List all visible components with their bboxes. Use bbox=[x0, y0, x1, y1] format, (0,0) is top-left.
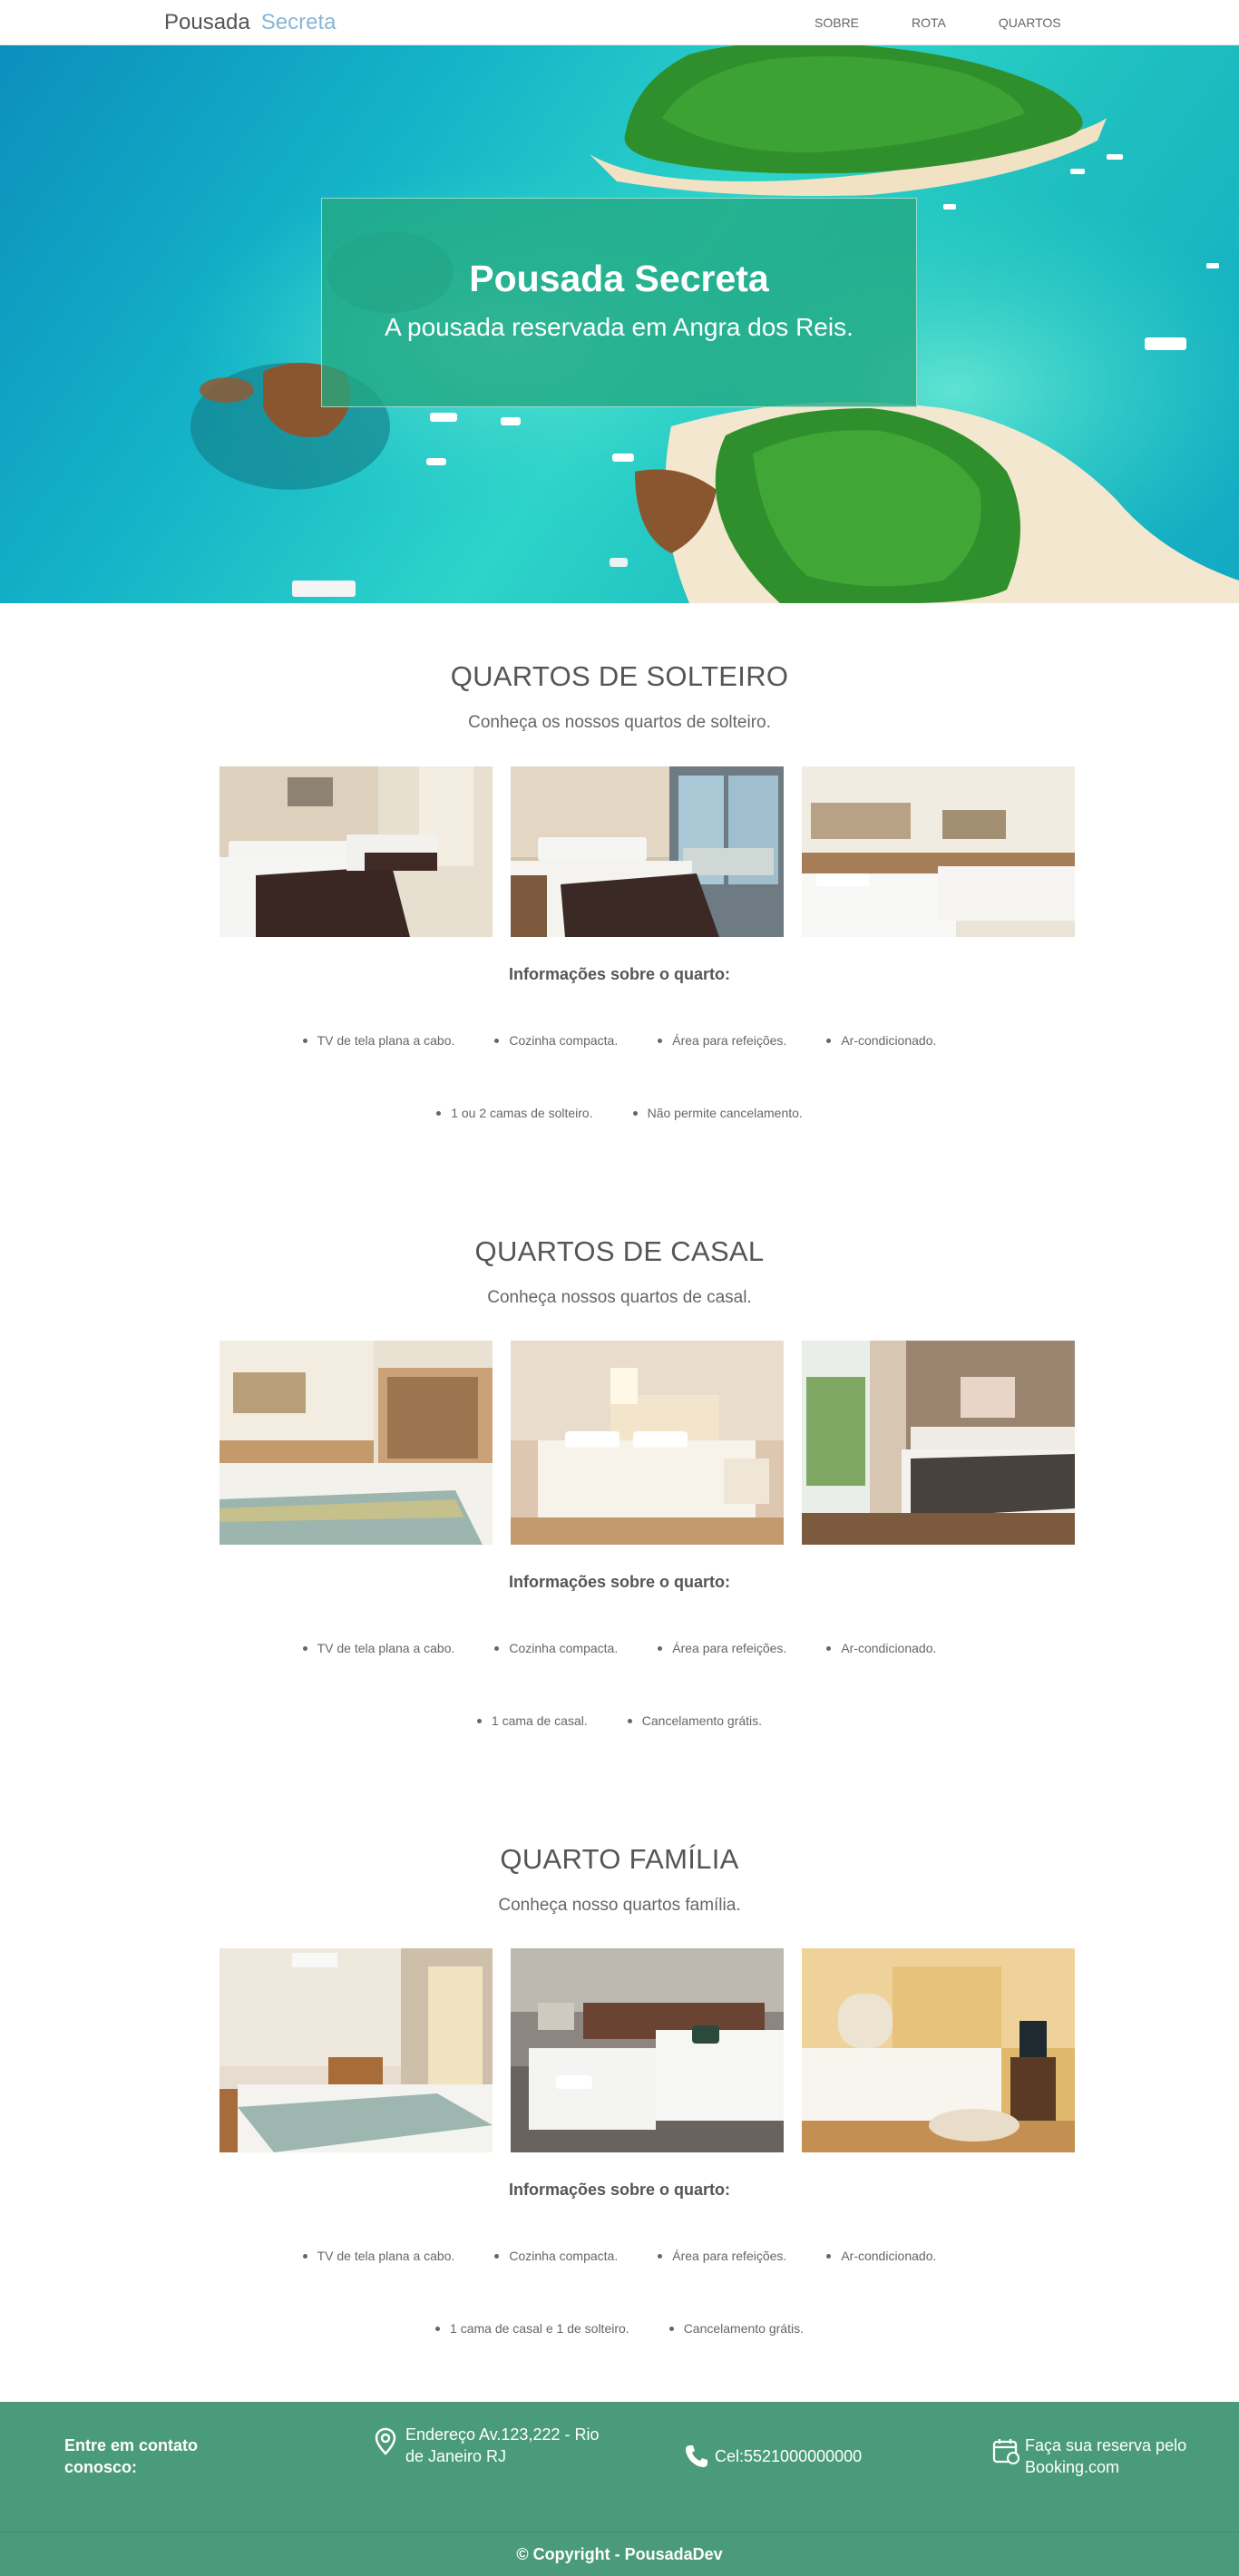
amenities-row-2: 1 cama de casal. Cancelamento grátis. bbox=[0, 1713, 1239, 1728]
section-quarto-familia: QUARTO FAMÍLIA Conheça nosso quartos fam… bbox=[0, 1843, 1239, 1916]
amenity-item: Cozinha compacta. bbox=[494, 2249, 618, 2263]
room-photo[interactable] bbox=[802, 1341, 1075, 1545]
amenity-item: Área para refeições. bbox=[658, 2249, 786, 2263]
brand-part1: Pousada bbox=[164, 10, 250, 34]
amenity-item: Ar-condicionado. bbox=[826, 1641, 936, 1655]
footer: Entre em contato conosco: Endereço Av.12… bbox=[0, 2402, 1239, 2576]
amenity-item: TV de tela plana a cabo. bbox=[302, 1033, 454, 1048]
room-photo[interactable] bbox=[511, 1948, 784, 2152]
amenity-item: Área para refeições. bbox=[658, 1641, 786, 1655]
amenity-item: Cancelamento grátis. bbox=[668, 2321, 804, 2336]
room-photo[interactable] bbox=[511, 1341, 784, 1545]
info-title: Informações sobre o quarto: bbox=[508, 1573, 731, 1591]
section-title: QUARTOS DE SOLTEIRO bbox=[450, 660, 789, 692]
amenity-item: 1 ou 2 camas de solteiro. bbox=[436, 1106, 593, 1120]
amenities-row-2: 1 cama de casal e 1 de solteiro. Cancela… bbox=[0, 2321, 1239, 2336]
hero-title: Pousada Secreta bbox=[469, 258, 769, 299]
amenity-item: Cozinha compacta. bbox=[494, 1641, 618, 1655]
nav-link-rota[interactable]: ROTA bbox=[912, 15, 946, 30]
amenities-row-1: TV de tela plana a cabo. Cozinha compact… bbox=[0, 1641, 1239, 1655]
nav-link-quartos[interactable]: QUARTOS bbox=[999, 15, 1061, 30]
brand-logo[interactable]: Pousada Secreta bbox=[164, 10, 336, 35]
photo-gallery-casal bbox=[220, 1341, 1075, 1545]
phone-icon bbox=[686, 2445, 707, 2467]
location-pin-icon bbox=[375, 2427, 396, 2455]
amenities-row-1: TV de tela plana a cabo. Cozinha compact… bbox=[0, 1033, 1239, 1048]
amenity-item: TV de tela plana a cabo. bbox=[302, 2249, 454, 2263]
amenity-item: 1 cama de casal. bbox=[476, 1713, 588, 1728]
room-photo[interactable] bbox=[511, 766, 784, 937]
brand-part2: Secreta bbox=[260, 10, 337, 34]
section-quartos-solteiro: QUARTOS DE SOLTEIRO Conheça os nossos qu… bbox=[0, 660, 1239, 733]
copyright: © Copyright - PousadaDev bbox=[516, 2545, 723, 2563]
amenity-item: Ar-condicionado. bbox=[826, 1033, 936, 1048]
amenity-item: Cancelamento grátis. bbox=[627, 1713, 762, 1728]
footer-phone[interactable]: Cel:5521000000000 bbox=[715, 2445, 862, 2467]
footer-contact-title: Entre em contato conosco: bbox=[64, 2436, 199, 2476]
amenity-item: Não permite cancelamento. bbox=[632, 1106, 803, 1120]
calendar-icon bbox=[992, 2439, 1019, 2464]
nav-link-sobre[interactable]: SOBRE bbox=[815, 15, 859, 30]
photo-gallery-solteiro bbox=[220, 766, 1075, 937]
amenity-item: Área para refeições. bbox=[658, 1033, 786, 1048]
hero-subtitle: A pousada reservada em Angra dos Reis. bbox=[385, 313, 854, 341]
room-photo[interactable] bbox=[220, 1341, 493, 1545]
section-subtitle: Conheça nossos quartos de casal. bbox=[487, 1288, 752, 1307]
amenity-item: Ar-condicionado. bbox=[826, 2249, 936, 2263]
footer-booking-link[interactable]: Faça sua reserva pelo Booking.com bbox=[1025, 2435, 1206, 2478]
section-title: QUARTOS DE CASAL bbox=[474, 1235, 765, 1267]
navbar: Pousada Secreta SOBRE ROTA QUARTOS bbox=[0, 0, 1239, 45]
hero-text-box: Pousada Secreta A pousada reservada em A… bbox=[321, 198, 917, 407]
amenities-row-2: 1 ou 2 camas de solteiro. Não permite ca… bbox=[0, 1106, 1239, 1120]
section-title: QUARTO FAMÍLIA bbox=[500, 1843, 739, 1875]
section-subtitle: Conheça nosso quartos família. bbox=[498, 1896, 741, 1915]
info-title: Informações sobre o quarto: bbox=[508, 2181, 731, 2199]
amenity-item: Cozinha compacta. bbox=[494, 1033, 618, 1048]
room-photo[interactable] bbox=[220, 1948, 493, 2152]
hero-banner: Pousada Secreta A pousada reservada em A… bbox=[0, 45, 1239, 603]
section-subtitle: Conheça os nossos quartos de solteiro. bbox=[468, 713, 771, 732]
amenities-row-1: TV de tela plana a cabo. Cozinha compact… bbox=[0, 2249, 1239, 2263]
room-photo[interactable] bbox=[220, 766, 493, 937]
room-photo[interactable] bbox=[802, 766, 1075, 937]
nav-links: SOBRE ROTA QUARTOS bbox=[815, 15, 1114, 30]
room-photo[interactable] bbox=[802, 1948, 1075, 2152]
photo-gallery-familia bbox=[220, 1948, 1075, 2152]
amenity-item: 1 cama de casal e 1 de solteiro. bbox=[435, 2321, 629, 2336]
footer-address: Endereço Av.123,222 - Rio de Janeiro RJ bbox=[405, 2425, 600, 2465]
amenity-item: TV de tela plana a cabo. bbox=[302, 1641, 454, 1655]
section-quartos-casal: QUARTOS DE CASAL Conheça nossos quartos … bbox=[0, 1235, 1239, 1308]
info-title: Informações sobre o quarto: bbox=[508, 965, 731, 983]
